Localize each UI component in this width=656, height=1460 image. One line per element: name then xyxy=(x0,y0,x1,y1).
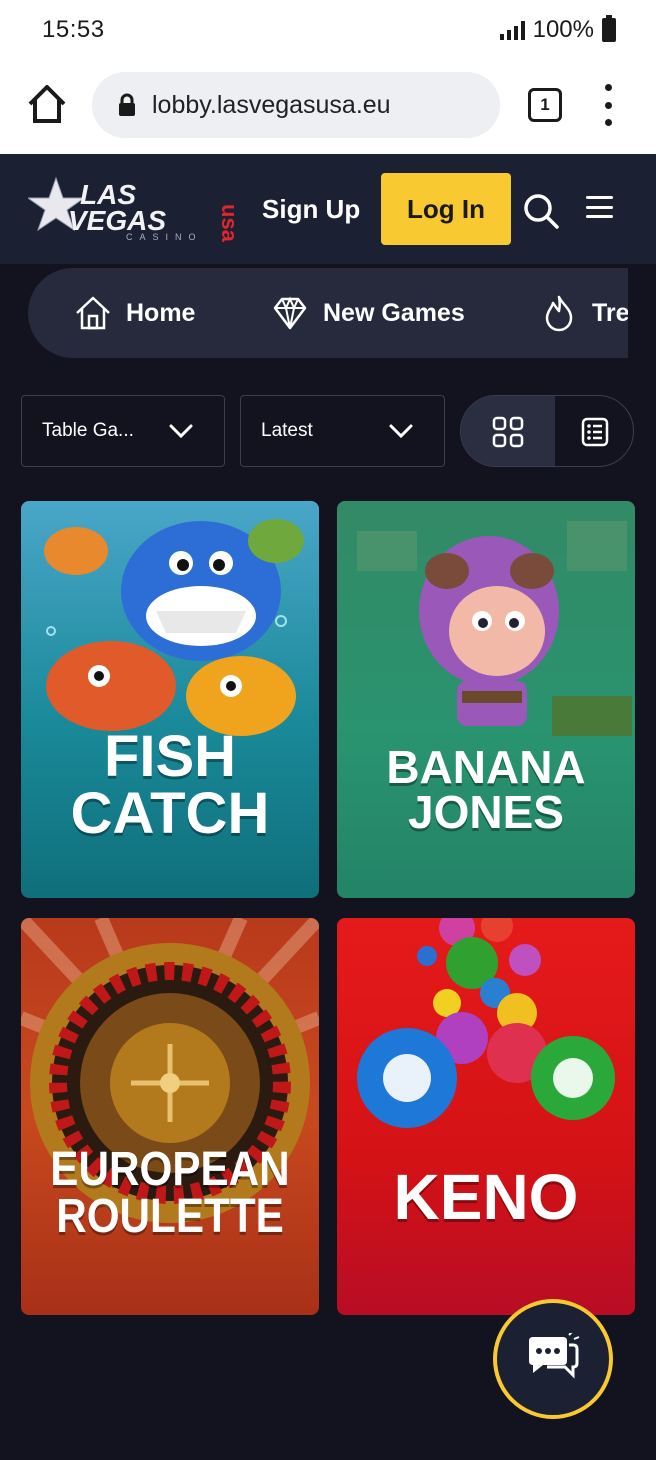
more-options-icon[interactable] xyxy=(600,84,616,126)
category-label: New Games xyxy=(323,298,465,327)
chevron-down-icon xyxy=(389,424,413,439)
status-bar: 15:53 100% xyxy=(0,0,656,60)
address-bar[interactable]: lobby.lasvegasusa.eu xyxy=(92,72,500,138)
game-card-keno[interactable]: KENO xyxy=(337,918,635,1315)
grid-view-button[interactable] xyxy=(461,396,555,466)
battery-icon xyxy=(602,15,616,42)
browser-toolbar: lobby.lasvegasusa.eu 1 xyxy=(0,60,656,154)
sort-select[interactable]: Latest xyxy=(240,395,445,467)
game-card-european-roulette[interactable]: EUROPEAN ROULETTE xyxy=(21,918,319,1315)
category-new-games[interactable]: New Games xyxy=(271,268,465,358)
logo-sub: CASINO xyxy=(126,232,203,242)
category-home[interactable]: Home xyxy=(74,268,195,358)
search-icon[interactable] xyxy=(522,192,560,230)
sign-up-link[interactable]: Sign Up xyxy=(262,194,360,225)
signal-icon xyxy=(499,20,525,40)
battery-percent: 100% xyxy=(532,16,594,43)
list-icon xyxy=(581,417,609,447)
live-chat-button[interactable] xyxy=(493,1299,613,1419)
view-mode-toggle xyxy=(460,395,634,467)
site-header: LAS VEGAS usa CASINO Sign Up Log In xyxy=(0,154,656,264)
game-title-line: CATCH xyxy=(70,780,270,846)
chat-bubble-icon xyxy=(529,1333,580,1379)
category-trending[interactable]: Tre xyxy=(540,268,628,358)
logo-badge: usa xyxy=(217,204,238,242)
european-roulette-artwork xyxy=(21,918,319,1223)
flame-icon xyxy=(545,295,573,332)
game-title: FISH CATCH xyxy=(21,724,319,846)
log-in-button[interactable]: Log In xyxy=(381,173,511,245)
diamond-icon xyxy=(273,296,307,330)
tab-switcher-button[interactable]: 1 xyxy=(528,88,562,122)
game-title-line: EUROPEAN xyxy=(50,1143,290,1196)
grid-icon xyxy=(492,416,524,448)
las-vegas-usa-logo[interactable]: LAS VEGAS usa CASINO xyxy=(28,176,238,242)
keno-artwork xyxy=(357,918,615,1128)
game-card-fish-catch[interactable]: FISH CATCH xyxy=(21,501,319,898)
sort-value: Latest xyxy=(261,420,313,441)
game-title-line: KENO xyxy=(393,1161,579,1233)
status-time: 15:53 xyxy=(42,16,105,43)
game-title: EUROPEAN ROULETTE xyxy=(39,1143,301,1244)
game-title: KENO xyxy=(337,1161,635,1233)
lock-icon xyxy=(119,93,135,116)
house-icon xyxy=(76,296,110,330)
game-title-line: JONES xyxy=(408,786,564,839)
category-label: Tre xyxy=(592,298,628,327)
game-card-banana-jones[interactable]: BANANA JONES xyxy=(337,501,635,898)
chevron-down-icon xyxy=(169,424,193,439)
category-filter-value: Table Ga... xyxy=(42,420,134,441)
game-title-line: BANANA xyxy=(386,741,586,793)
hamburger-menu-icon[interactable] xyxy=(586,196,613,218)
game-title: BANANA JONES xyxy=(337,741,635,839)
game-title-line: FISH xyxy=(103,724,237,789)
category-filter-select[interactable]: Table Ga... xyxy=(21,395,225,467)
home-icon[interactable] xyxy=(26,82,68,126)
url-text: lobby.lasvegasusa.eu xyxy=(152,90,391,119)
game-title-line: ROULETTE xyxy=(56,1190,284,1244)
list-view-button[interactable] xyxy=(555,396,633,466)
category-label: Home xyxy=(126,298,196,327)
category-nav: Home New Games Tre xyxy=(28,268,628,358)
status-indicators: 100% xyxy=(499,15,616,44)
banana-jones-artwork xyxy=(337,501,635,898)
